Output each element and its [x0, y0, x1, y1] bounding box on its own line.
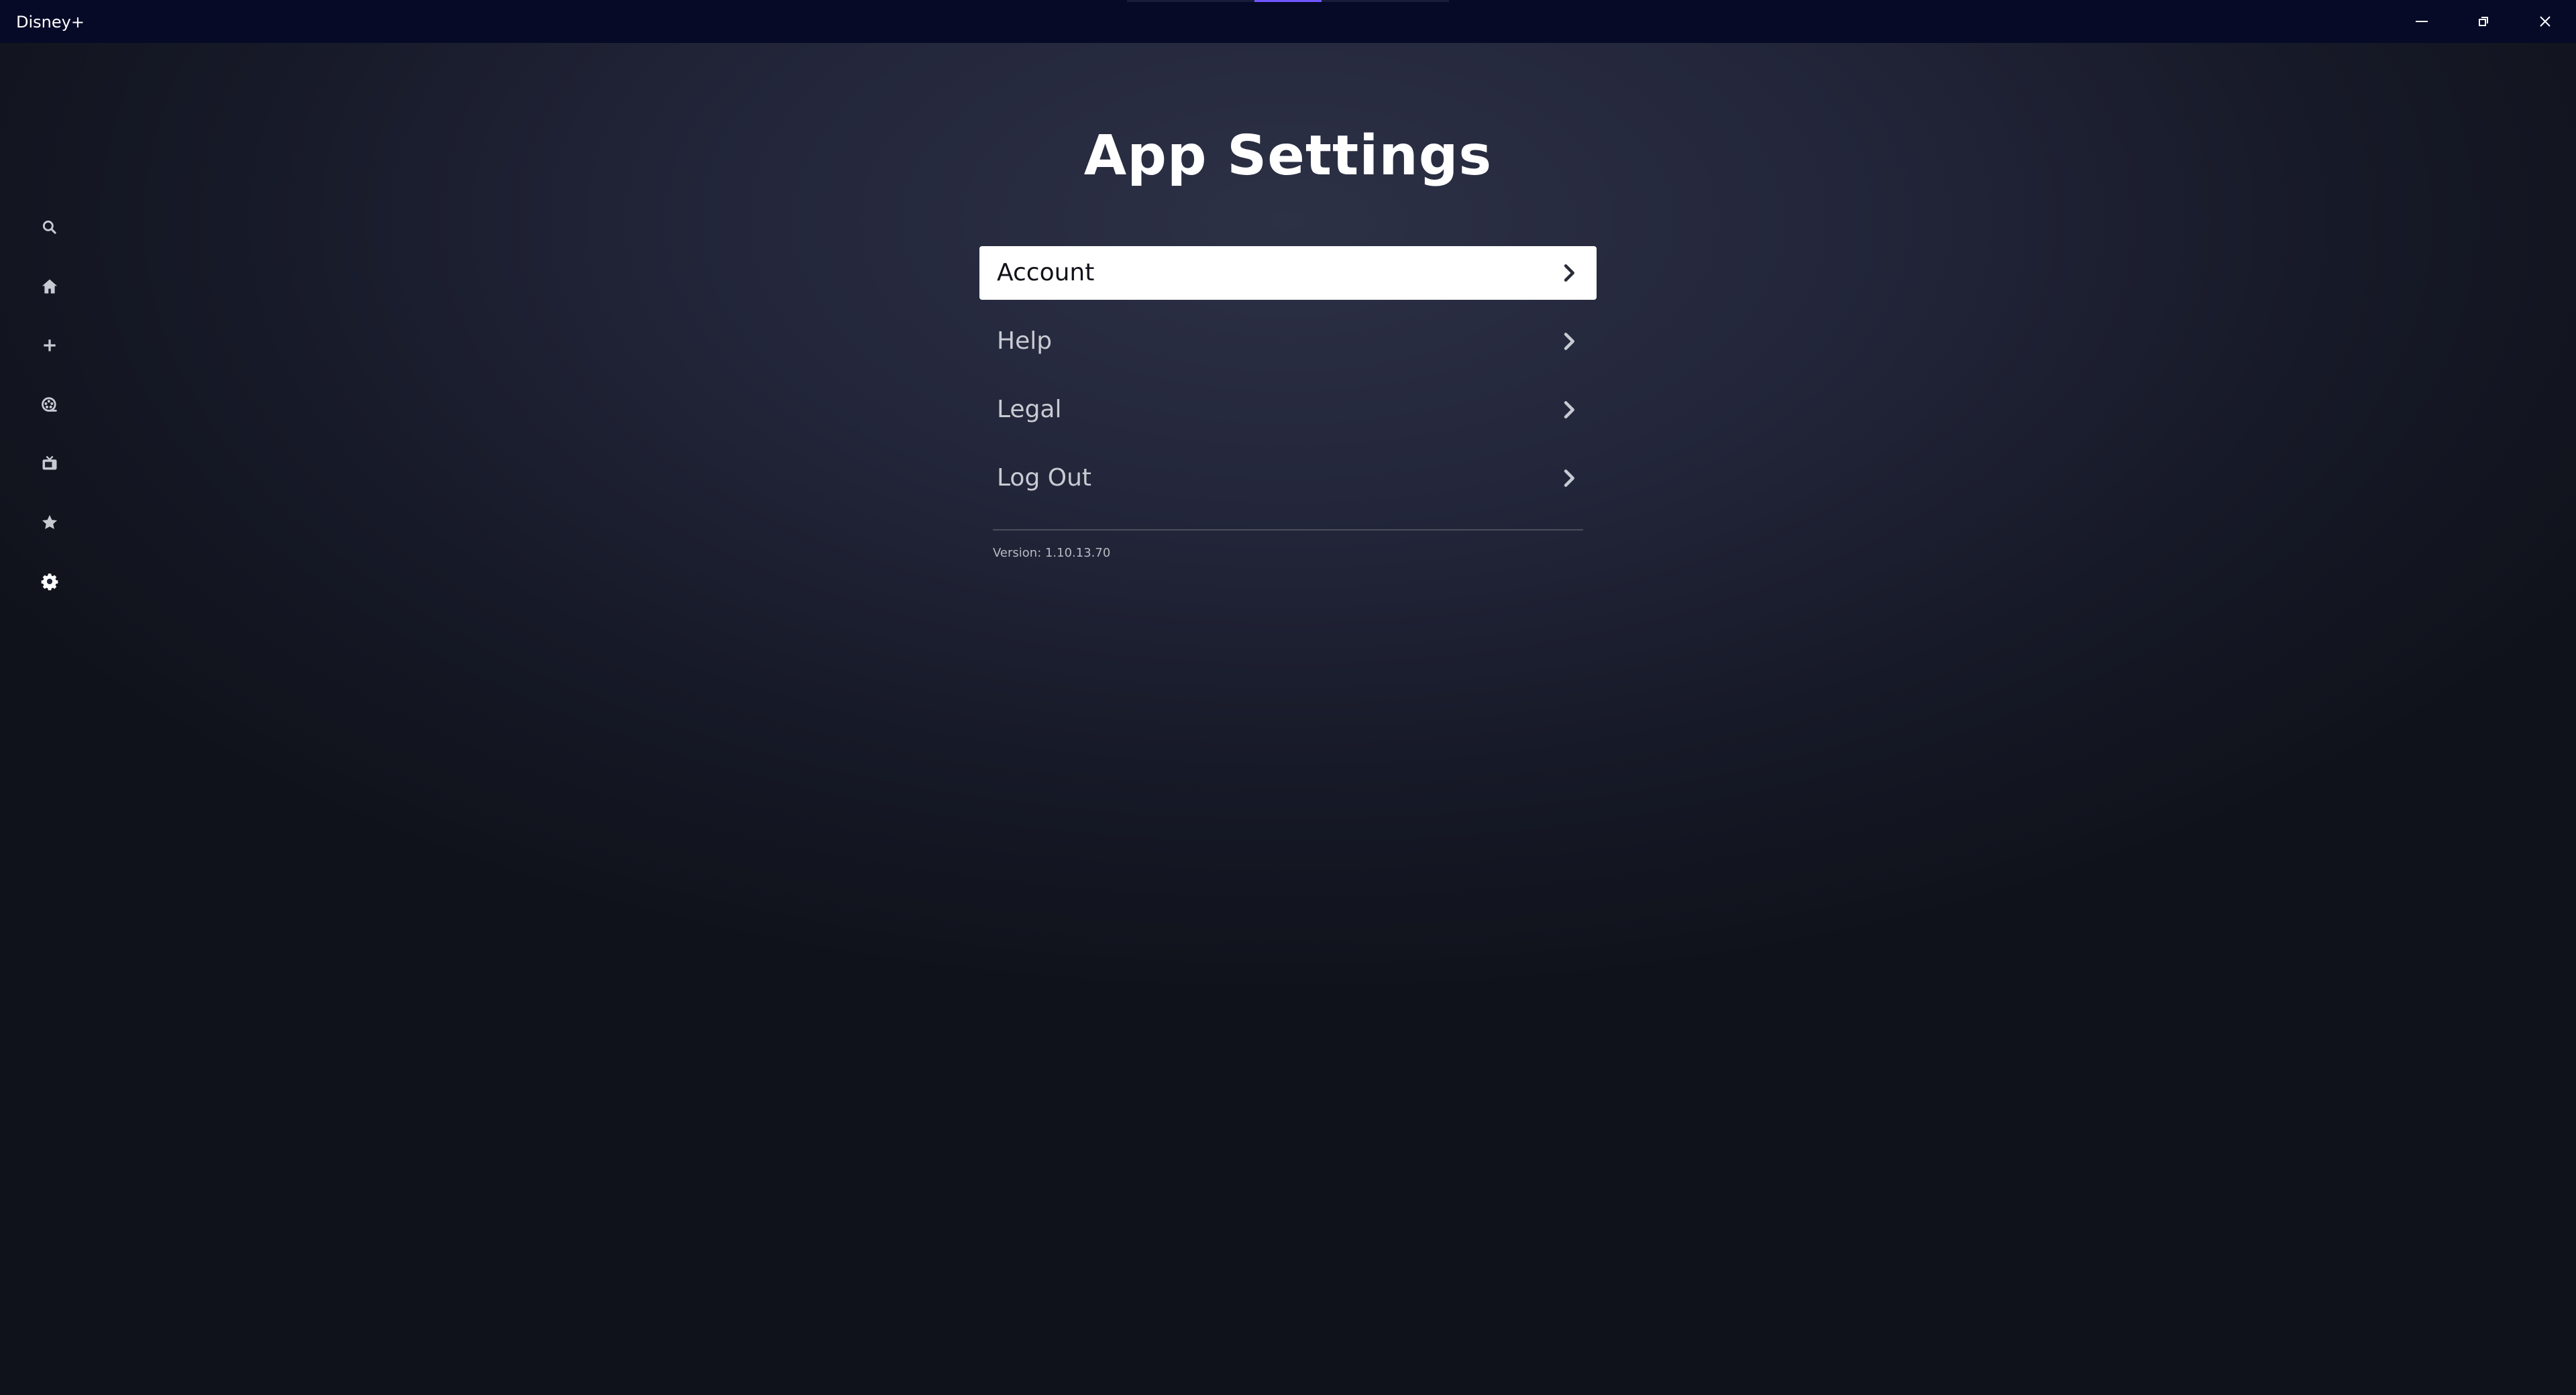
restore-button[interactable]	[2453, 0, 2514, 43]
menu-item-label: Log Out	[997, 464, 1092, 492]
close-icon	[2540, 16, 2551, 27]
movie-icon	[42, 397, 57, 412]
sidebar-item-search[interactable]	[36, 214, 63, 241]
tv-icon	[42, 455, 57, 470]
loading-indicator	[1127, 0, 1449, 2]
sidebar-item-movies[interactable]	[36, 391, 63, 418]
sidebar-item-home[interactable]	[36, 273, 63, 300]
menu-item-legal[interactable]: Legal	[979, 383, 1597, 437]
version-text: Version: 1.10.13.70	[993, 546, 1111, 560]
loading-indicator-fill	[1254, 0, 1322, 2]
menu-item-label: Legal	[997, 396, 1062, 423]
window-title: Disney+	[16, 13, 85, 32]
sidebar-item-originals[interactable]	[36, 509, 63, 536]
minimize-icon	[2416, 21, 2428, 22]
page-title: App Settings	[1083, 124, 1493, 188]
menu-item-log-out[interactable]: Log Out	[979, 451, 1597, 505]
chevron-right-icon	[1564, 333, 1574, 350]
sidebar-item-settings[interactable]	[36, 568, 63, 595]
menu-item-account[interactable]: Account	[979, 246, 1597, 300]
menu-item-help[interactable]: Help	[979, 315, 1597, 368]
chevron-right-icon	[1564, 264, 1574, 282]
gear-icon	[41, 573, 58, 591]
chevron-right-icon	[1564, 401, 1574, 418]
home-icon	[42, 279, 58, 294]
menu-item-label: Account	[997, 259, 1095, 286]
divider	[993, 529, 1583, 531]
close-button[interactable]	[2514, 0, 2576, 43]
chevron-right-icon	[1564, 469, 1574, 487]
menu-item-label: Help	[997, 327, 1053, 355]
restore-icon	[2479, 17, 2488, 26]
window-titlebar: Disney+	[0, 0, 2576, 43]
sidebar-nav	[0, 43, 101, 1395]
plus-icon	[44, 339, 56, 351]
search-icon	[42, 220, 56, 234]
sidebar-item-series[interactable]	[36, 450, 63, 477]
settings-menu: Account Help Legal Log Out	[979, 246, 1597, 520]
minimize-button[interactable]	[2391, 0, 2453, 43]
sidebar-item-add[interactable]	[36, 332, 63, 359]
star-icon	[42, 514, 58, 529]
